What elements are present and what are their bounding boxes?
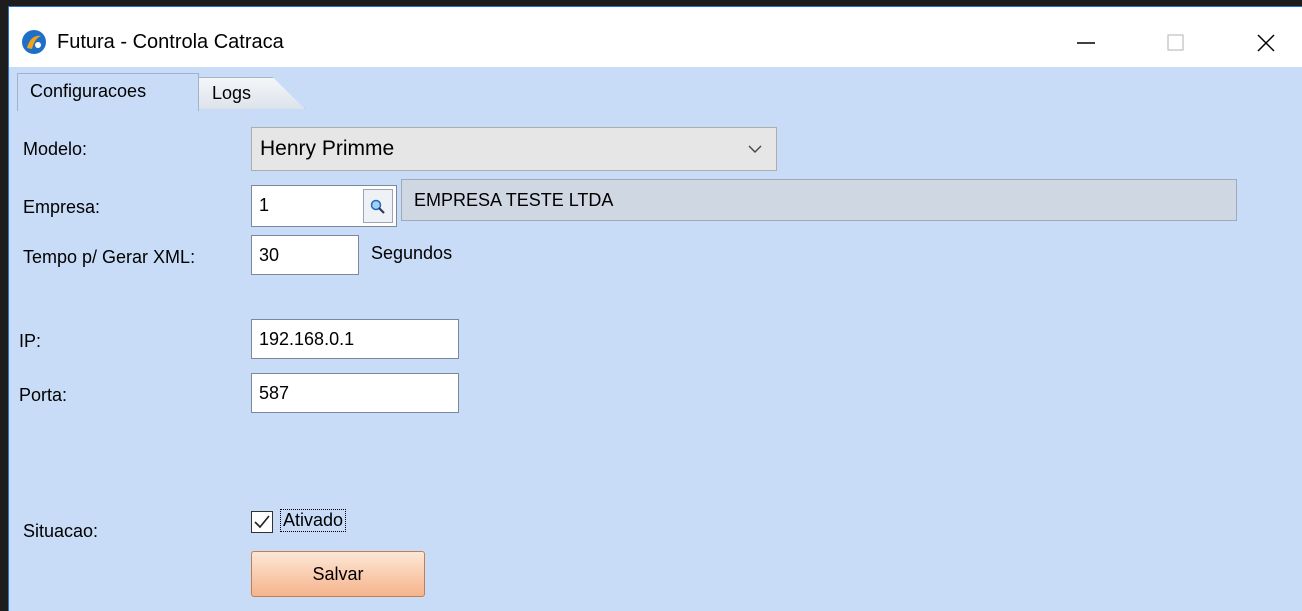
empresa-name-display: EMPRESA TESTE LTDA [401,179,1237,221]
tab-logs[interactable]: Logs [197,77,305,109]
checkmark-icon [254,515,270,529]
porta-label: Porta: [19,385,68,405]
ativado-checkbox[interactable] [251,511,273,533]
maximize-button[interactable] [1153,21,1199,61]
porta-input[interactable]: 587 [251,373,459,413]
modelo-label: Modelo: [23,139,88,159]
chevron-down-icon [748,145,762,153]
tempo-unit-label: Segundos [371,243,453,263]
situacao-label: Situacao: [23,521,99,541]
maximize-icon [1167,34,1184,51]
tab-configuracoes[interactable]: Configuracoes [17,73,199,111]
empresa-label: Empresa: [23,197,101,217]
save-button[interactable]: Salvar [251,551,425,597]
minimize-icon [1077,42,1095,44]
tempo-label: Tempo p/ Gerar XML: [23,247,196,267]
modelo-select[interactable]: Henry Primme [251,127,777,171]
modelo-selected-value: Henry Primme [260,137,395,160]
ip-label: IP: [19,331,42,351]
minimize-button[interactable] [1063,21,1109,61]
tempo-value: 30 [259,245,280,265]
magnifier-icon [370,199,385,214]
ip-value: 192.168.0.1 [259,329,355,349]
ativado-checkbox-label[interactable]: Ativado [279,509,347,532]
title-bar[interactable]: Futura - Controla Catraca [9,7,1302,67]
close-icon [1257,34,1275,52]
tempo-input[interactable]: 30 [251,235,359,275]
close-button[interactable] [1243,21,1289,61]
tab-strip: Configuracoes Logs [9,69,1302,111]
empresa-lookup-button[interactable] [363,189,393,223]
window-title: Futura - Controla Catraca [57,31,284,53]
porta-value: 587 [259,383,290,403]
empresa-code-value: 1 [259,195,270,215]
app-window: Futura - Controla Catraca Configuracoes … [8,6,1302,611]
ip-input[interactable]: 192.168.0.1 [251,319,459,359]
futura-logo-icon [21,29,47,55]
